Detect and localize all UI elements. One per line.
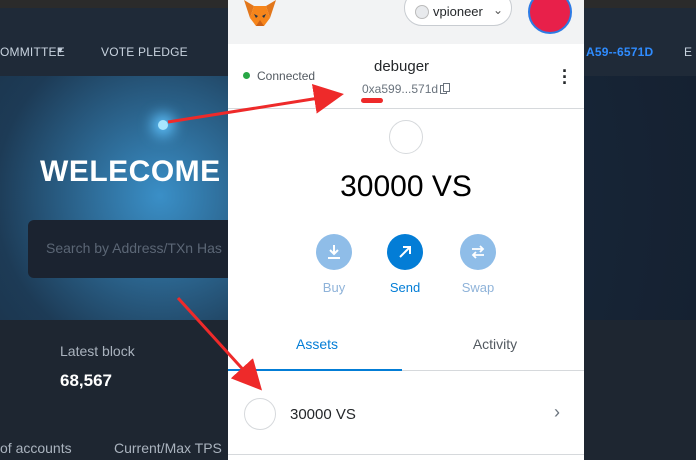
tab-assets[interactable]: Assets	[228, 336, 406, 352]
network-label: vpioneer	[433, 4, 483, 19]
explorer-search-box[interactable]: Search by Address/TXn Has	[28, 220, 248, 278]
network-globe-icon	[415, 5, 429, 19]
account-options-icon[interactable]: · · ·	[562, 62, 568, 92]
account-avatar[interactable]	[528, 0, 572, 34]
chevron-down-icon: ⌄	[493, 3, 504, 17]
buy-label: Buy	[322, 280, 346, 295]
accounts-label: of accounts	[0, 440, 72, 456]
latest-block-value: 68,567	[60, 371, 112, 390]
chevron-right-icon: ›	[554, 402, 560, 422]
wallet-tabs: Assets Activity	[228, 320, 584, 371]
network-selector[interactable]: vpioneer ⌄	[404, 0, 512, 26]
nav-extra[interactable]: E	[684, 45, 692, 59]
tps-label: Current/Max TPS	[114, 440, 222, 456]
tab-activity[interactable]: Activity	[406, 336, 584, 352]
account-address[interactable]: 0xa599...571d	[362, 82, 438, 96]
wallet-popup: vpioneer ⌄ Connected debuger 0xa599...57…	[228, 0, 584, 460]
balance-amount: 30000 VS	[340, 170, 472, 203]
account-bar: Connected debuger 0xa599...571d · · ·	[228, 44, 584, 109]
swap-button[interactable]: Swap	[450, 234, 506, 295]
chevron-down-icon: ▾	[58, 45, 63, 55]
asset-logo-icon	[244, 398, 276, 430]
nav-vote-pledge[interactable]: VOTE PLEDGE	[101, 45, 188, 59]
account-name[interactable]: debuger	[374, 58, 429, 75]
active-tab-indicator	[228, 369, 402, 371]
send-label: Send	[389, 280, 421, 295]
connected-status[interactable]: Connected	[257, 69, 315, 83]
send-button[interactable]: Send	[377, 234, 433, 295]
nav-committee[interactable]: OMMITTEE	[0, 45, 65, 59]
copy-icon[interactable]	[440, 83, 450, 94]
nav-wallet-address[interactable]: A59--6571D	[586, 45, 653, 59]
glow-point	[158, 120, 168, 130]
token-logo-icon	[389, 120, 423, 154]
fox-logo-icon[interactable]	[242, 0, 278, 28]
swap-icon	[460, 234, 496, 270]
latest-block-label: Latest block	[60, 343, 135, 359]
download-icon	[316, 234, 352, 270]
wallet-header: vpioneer ⌄	[228, 0, 584, 44]
connected-dot-icon	[243, 72, 250, 79]
asset-list-item[interactable]: 30000 VS ›	[228, 372, 584, 455]
swap-label: Swap	[461, 280, 495, 295]
search-placeholder: Search by Address/TXn Has	[46, 240, 222, 256]
hero-title: WELECOME T	[40, 155, 249, 188]
buy-button[interactable]: Buy	[306, 234, 362, 295]
arrow-up-right-icon	[387, 234, 423, 270]
asset-name: 30000 VS	[290, 406, 356, 423]
